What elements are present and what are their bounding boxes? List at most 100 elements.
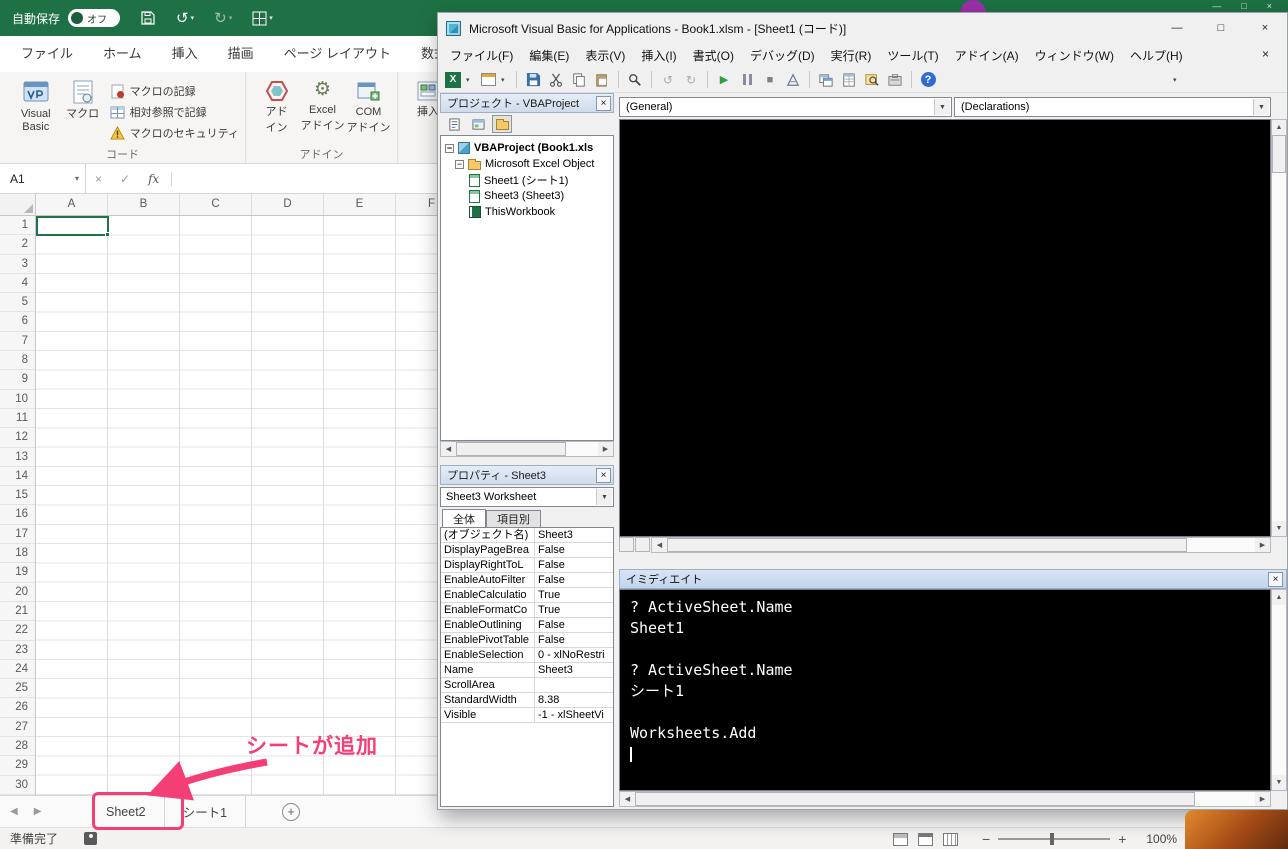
- row-header[interactable]: 28: [0, 737, 35, 757]
- property-value[interactable]: False: [535, 558, 613, 572]
- property-row[interactable]: EnableAutoFilter False: [441, 573, 613, 588]
- zoom-slider-thumb[interactable]: [1050, 833, 1055, 845]
- tree-item-sheet1[interactable]: Sheet1 (シート1): [441, 172, 613, 188]
- scrollbar-thumb[interactable]: [1272, 135, 1286, 173]
- column-header[interactable]: A: [36, 194, 108, 215]
- record-macro-button[interactable]: マクロの記録: [110, 83, 239, 99]
- paste-button[interactable]: [592, 70, 612, 90]
- view-object-button[interactable]: [468, 115, 488, 133]
- vba-menu-item[interactable]: デバッグ(D): [742, 47, 823, 64]
- cancel-icon[interactable]: ×: [86, 172, 111, 186]
- row-header[interactable]: 5: [0, 293, 35, 313]
- scroll-up-icon[interactable]: ▲: [1272, 120, 1286, 135]
- object-browser-button[interactable]: [862, 70, 882, 90]
- ribbon-tab[interactable]: 描画: [213, 36, 269, 72]
- property-value[interactable]: False: [535, 618, 613, 632]
- view-code-button[interactable]: [444, 115, 464, 133]
- property-row[interactable]: EnablePivotTable False: [441, 633, 613, 648]
- row-header[interactable]: 4: [0, 274, 35, 294]
- code-vscrollbar[interactable]: ▲ ▼: [1271, 119, 1287, 537]
- property-row[interactable]: (オブジェクト名) Sheet3: [441, 528, 613, 543]
- properties-panel-header[interactable]: プロパティ - Sheet3 ×: [440, 465, 614, 485]
- vba-menu-item[interactable]: ウィンドウ(W): [1027, 47, 1122, 64]
- scrollbar-thumb[interactable]: [635, 792, 1195, 806]
- toolbox-button[interactable]: [885, 70, 905, 90]
- chevron-down-icon[interactable]: ▾: [466, 76, 475, 84]
- redo-button[interactable]: ↻: [681, 70, 701, 90]
- full-module-view-button[interactable]: [635, 537, 650, 552]
- immediate-window[interactable]: ? ActiveSheet.Name Sheet1 ? ActiveSheet.Na…: [619, 589, 1271, 791]
- reset-button[interactable]: ■: [760, 70, 780, 90]
- row-header[interactable]: 19: [0, 563, 35, 583]
- tree-item-excel-objects[interactable]: − Microsoft Excel Object: [441, 156, 613, 172]
- vba-menu-item[interactable]: 挿入(I): [633, 47, 684, 64]
- page-break-view-icon[interactable]: [943, 832, 958, 846]
- property-row[interactable]: Visible -1 - xlSheetVi: [441, 708, 613, 723]
- vba-menu-item[interactable]: ファイル(F): [442, 47, 521, 64]
- property-value[interactable]: Sheet3: [535, 528, 613, 542]
- break-button[interactable]: [737, 70, 757, 90]
- property-row[interactable]: EnableOutlining False: [441, 618, 613, 633]
- toolbar-overflow-icon[interactable]: ▾: [1173, 76, 1182, 84]
- close-icon[interactable]: ×: [1243, 13, 1287, 43]
- property-value[interactable]: False: [535, 633, 613, 647]
- scrollbar-thumb[interactable]: [456, 442, 566, 456]
- property-value[interactable]: 8.38: [535, 693, 613, 707]
- chevron-down-icon[interactable]: ▼: [596, 489, 612, 505]
- maximize-icon[interactable]: □: [1241, 1, 1246, 11]
- project-explorer-button[interactable]: [816, 70, 836, 90]
- copy-button[interactable]: [569, 70, 589, 90]
- save-button[interactable]: [140, 10, 156, 26]
- property-row[interactable]: EnableSelection 0 - xlNoRestri: [441, 648, 613, 663]
- find-button[interactable]: [625, 70, 645, 90]
- vba-menu-item[interactable]: ヘルプ(H): [1122, 47, 1191, 64]
- page-layout-view-icon[interactable]: [918, 832, 933, 846]
- ribbon-tab[interactable]: 挿入: [157, 36, 213, 72]
- zoom-in-icon[interactable]: +: [1118, 831, 1126, 847]
- macros-button[interactable]: マクロ: [64, 76, 102, 121]
- procedure-view-button[interactable]: [619, 537, 634, 552]
- column-header[interactable]: B: [108, 194, 180, 215]
- quick-access-borders-button[interactable]: ▾: [252, 11, 273, 26]
- chevron-down-icon[interactable]: ▼: [1253, 99, 1269, 115]
- vba-menu-item[interactable]: 編集(E): [521, 47, 577, 64]
- row-header[interactable]: 30: [0, 776, 35, 795]
- row-header[interactable]: 20: [0, 583, 35, 602]
- zoom-slider[interactable]: [998, 833, 1111, 845]
- property-value[interactable]: [535, 678, 613, 692]
- column-header[interactable]: E: [324, 194, 396, 215]
- scroll-down-icon[interactable]: ▼: [1272, 775, 1286, 790]
- cut-button[interactable]: [546, 70, 566, 90]
- row-header[interactable]: 7: [0, 332, 35, 352]
- row-header[interactable]: 13: [0, 448, 35, 467]
- scroll-up-icon[interactable]: ▲: [1272, 590, 1286, 605]
- row-header[interactable]: 21: [0, 602, 35, 622]
- chevron-down-icon[interactable]: ▼: [934, 99, 950, 115]
- row-header[interactable]: 3: [0, 255, 35, 274]
- zoom-out-icon[interactable]: −: [982, 831, 990, 847]
- use-relative-references-button[interactable]: 相対参照で記録: [110, 104, 239, 120]
- ribbon-tab[interactable]: ホーム: [88, 36, 157, 72]
- property-row[interactable]: Name Sheet3: [441, 663, 613, 678]
- property-row[interactable]: EnableCalculatio True: [441, 588, 613, 603]
- scroll-right-icon[interactable]: ▶: [598, 442, 613, 456]
- maximize-icon[interactable]: □: [1199, 13, 1243, 43]
- scroll-left-icon[interactable]: ◀: [652, 538, 667, 552]
- scroll-down-icon[interactable]: ▼: [1272, 521, 1286, 536]
- com-addins-button[interactable]: COM アドイン: [346, 76, 391, 135]
- property-value[interactable]: False: [535, 573, 613, 587]
- close-icon[interactable]: ×: [1268, 571, 1283, 587]
- row-header[interactable]: 26: [0, 698, 35, 718]
- property-row[interactable]: EnableFormatCo True: [441, 603, 613, 618]
- row-header[interactable]: 17: [0, 525, 35, 545]
- insert-userform-button[interactable]: [478, 70, 498, 90]
- close-icon[interactable]: ×: [596, 95, 611, 111]
- code-editor[interactable]: [619, 119, 1271, 537]
- collapse-icon[interactable]: −: [445, 143, 454, 153]
- undo-button[interactable]: ↺: [658, 70, 678, 90]
- property-row[interactable]: DisplayRightToL False: [441, 558, 613, 573]
- property-row[interactable]: DisplayPageBrea False: [441, 543, 613, 558]
- ribbon-tab[interactable]: ファイル: [6, 36, 88, 72]
- scrollbar-thumb[interactable]: [667, 538, 1187, 552]
- design-mode-button[interactable]: [783, 70, 803, 90]
